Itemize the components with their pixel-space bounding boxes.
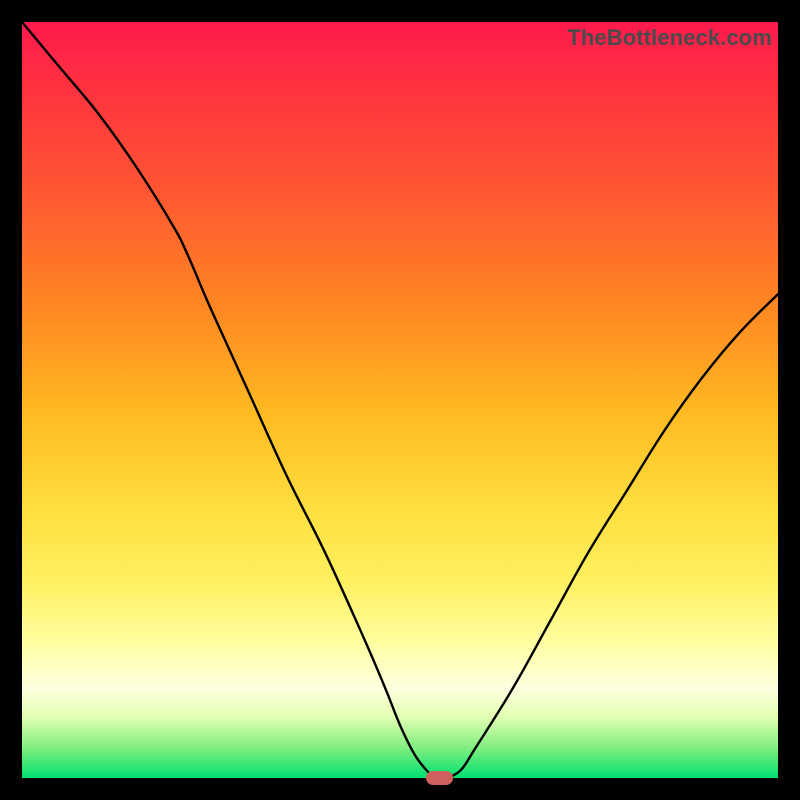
- plot-area: TheBottleneck.com: [22, 22, 778, 778]
- watermark-text: TheBottleneck.com: [567, 25, 772, 51]
- bottleneck-curve: [22, 22, 778, 778]
- chart-frame: TheBottleneck.com: [0, 0, 800, 800]
- minimum-marker: [426, 771, 452, 785]
